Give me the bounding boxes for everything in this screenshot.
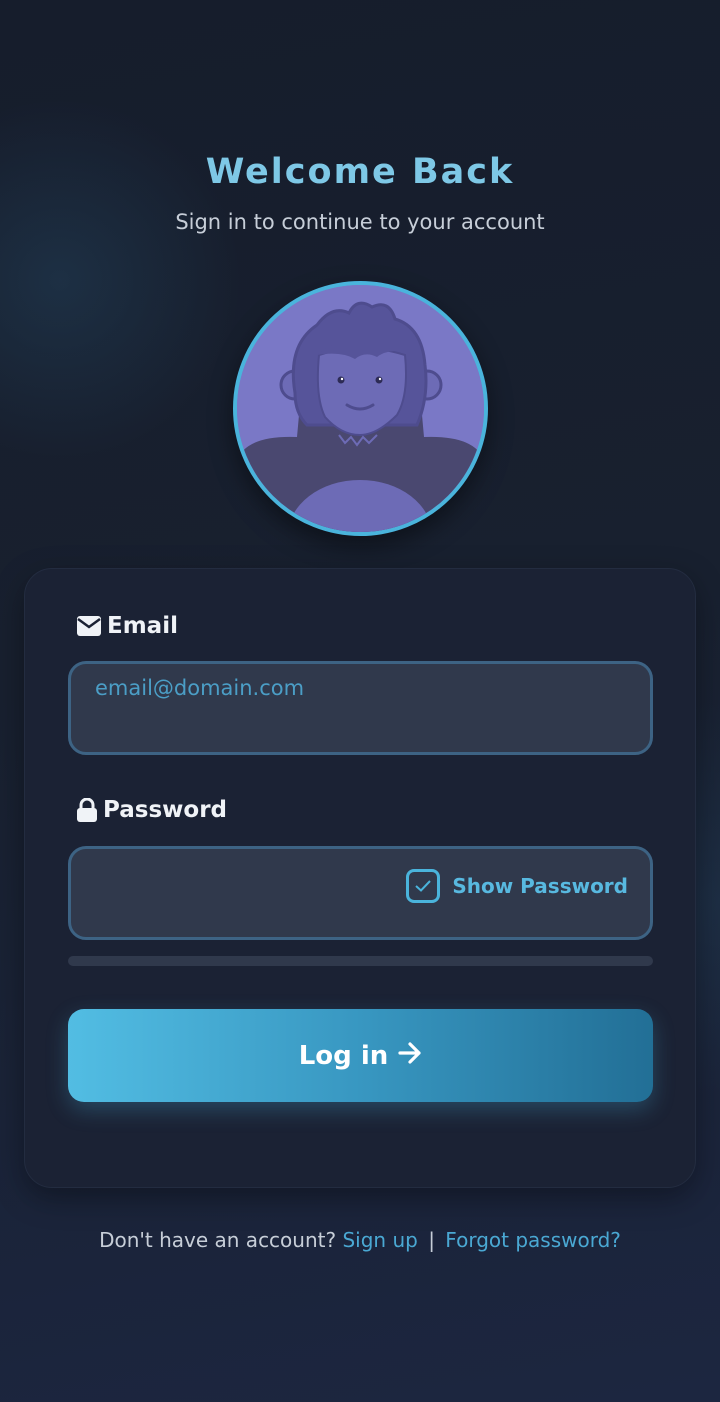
footer-separator: | — [428, 1228, 435, 1252]
checkmark-icon — [415, 880, 432, 892]
email-field-container — [68, 661, 653, 755]
signup-link[interactable]: Sign up — [342, 1228, 417, 1252]
password-strength-bar — [68, 956, 653, 966]
page-title: Welcome Back — [205, 152, 515, 192]
footer: Don't have an account? Sign up | Forgot … — [0, 1228, 720, 1252]
envelope-icon — [77, 616, 101, 636]
arrow-right-icon — [398, 1041, 422, 1071]
gorilla-avatar-icon — [237, 285, 484, 532]
login-button-label: Log in — [298, 1040, 389, 1071]
show-password-checkbox[interactable] — [406, 869, 441, 903]
show-password-toggle[interactable]: Show Password — [406, 869, 628, 903]
show-password-label: Show Password — [452, 874, 628, 898]
avatar — [233, 281, 488, 536]
email-field[interactable] — [95, 676, 615, 700]
password-field-container: Show Password — [68, 846, 653, 940]
password-field[interactable] — [95, 861, 395, 885]
signup-prompt: Don't have an account? — [99, 1228, 337, 1252]
login-button[interactable]: Log in — [68, 1009, 653, 1102]
email-label: Email — [77, 613, 178, 639]
email-label-text: Email — [107, 613, 178, 639]
forgot-password-link[interactable]: Forgot password? — [445, 1228, 621, 1252]
lock-icon — [77, 798, 97, 822]
password-label: Password — [77, 797, 227, 823]
login-card: Email Password Show Password Log in — [24, 568, 696, 1188]
page-subtitle: Sign in to continue to your account — [175, 210, 545, 234]
password-label-text: Password — [103, 797, 227, 823]
